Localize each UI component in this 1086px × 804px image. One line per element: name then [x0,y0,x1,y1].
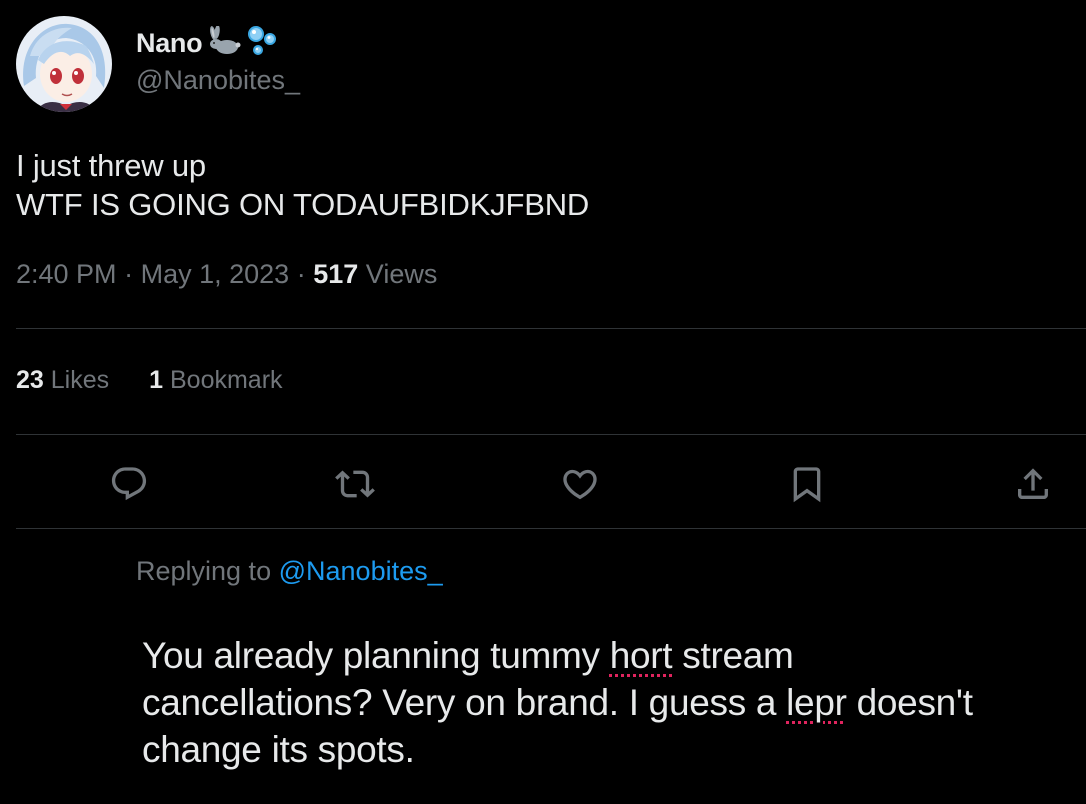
author-handle[interactable]: @Nanobites_ [136,65,300,96]
reply-text-line: cancellations? Very on brand. I guess a … [142,679,973,726]
bookmarks-stat[interactable]: 1 Bookmark [149,366,282,395]
separator: · [296,259,306,289]
divider [16,528,1086,529]
replying-to-label: Replying to [136,556,272,586]
reply-text-segment: stream [672,635,794,676]
reply-text-segment: doesn't [846,682,973,723]
reply-text-line: You already planning tummy hort stream [142,632,973,679]
divider [16,434,1086,435]
bookmark-icon [793,467,821,503]
likes-stat[interactable]: 23 Likes [16,366,109,395]
share-button[interactable] [1009,460,1057,508]
reply-button[interactable] [105,460,153,508]
likes-count: 23 [16,366,44,394]
bookmarks-count: 1 [149,366,164,394]
views-label: Views [365,259,438,289]
reply-icon [111,467,147,501]
replying-to: Replying to @Nanobites_ [136,556,443,587]
avatar[interactable] [16,16,112,112]
bubbles-emoji-icon [246,25,280,62]
like-icon [563,469,597,500]
avatar-image [16,16,112,112]
reply-text-segment: cancellations? Very on brand. I guess a [142,682,787,723]
author-name-row[interactable]: Nano [136,24,280,62]
tweet-metadata: 2:40 PM · May 1, 2023 · 517 Views [16,259,437,290]
views-count: 517 [313,259,359,289]
bookmark-button[interactable] [783,460,831,508]
reply-input[interactable]: You already planning tummy hort stream c… [142,632,973,773]
rabbit-emoji-icon [206,24,242,61]
like-button[interactable] [556,460,604,508]
tweet-time[interactable]: 2:40 PM [16,259,117,289]
tweet-stats: 23 Likes 1 Bookmark [16,366,283,395]
reply-text-segment: You already planning tummy [142,635,610,676]
misspelled-word[interactable]: hort [610,635,673,676]
misspelled-word[interactable]: lepr [786,682,847,723]
display-name[interactable]: Nano [136,28,203,59]
retweet-button[interactable] [331,460,379,508]
tweet-text-line: I just threw up [16,148,206,183]
tweet-date[interactable]: May 1, 2023 [141,259,290,289]
divider [16,328,1086,329]
likes-label: Likes [50,366,110,394]
replying-to-handle[interactable]: @Nanobites_ [279,556,443,586]
tweet-text: I just threw up WTF IS GOING ON TODAUFBI… [16,146,589,224]
share-icon [1018,468,1048,499]
separator: · [124,259,134,289]
tweet-text-line: WTF IS GOING ON TODAUFBIDKJFBND [16,187,590,222]
retweet-icon [335,470,375,498]
bookmarks-label: Bookmark [170,366,283,394]
reply-text-line: change its spots. [142,729,415,770]
